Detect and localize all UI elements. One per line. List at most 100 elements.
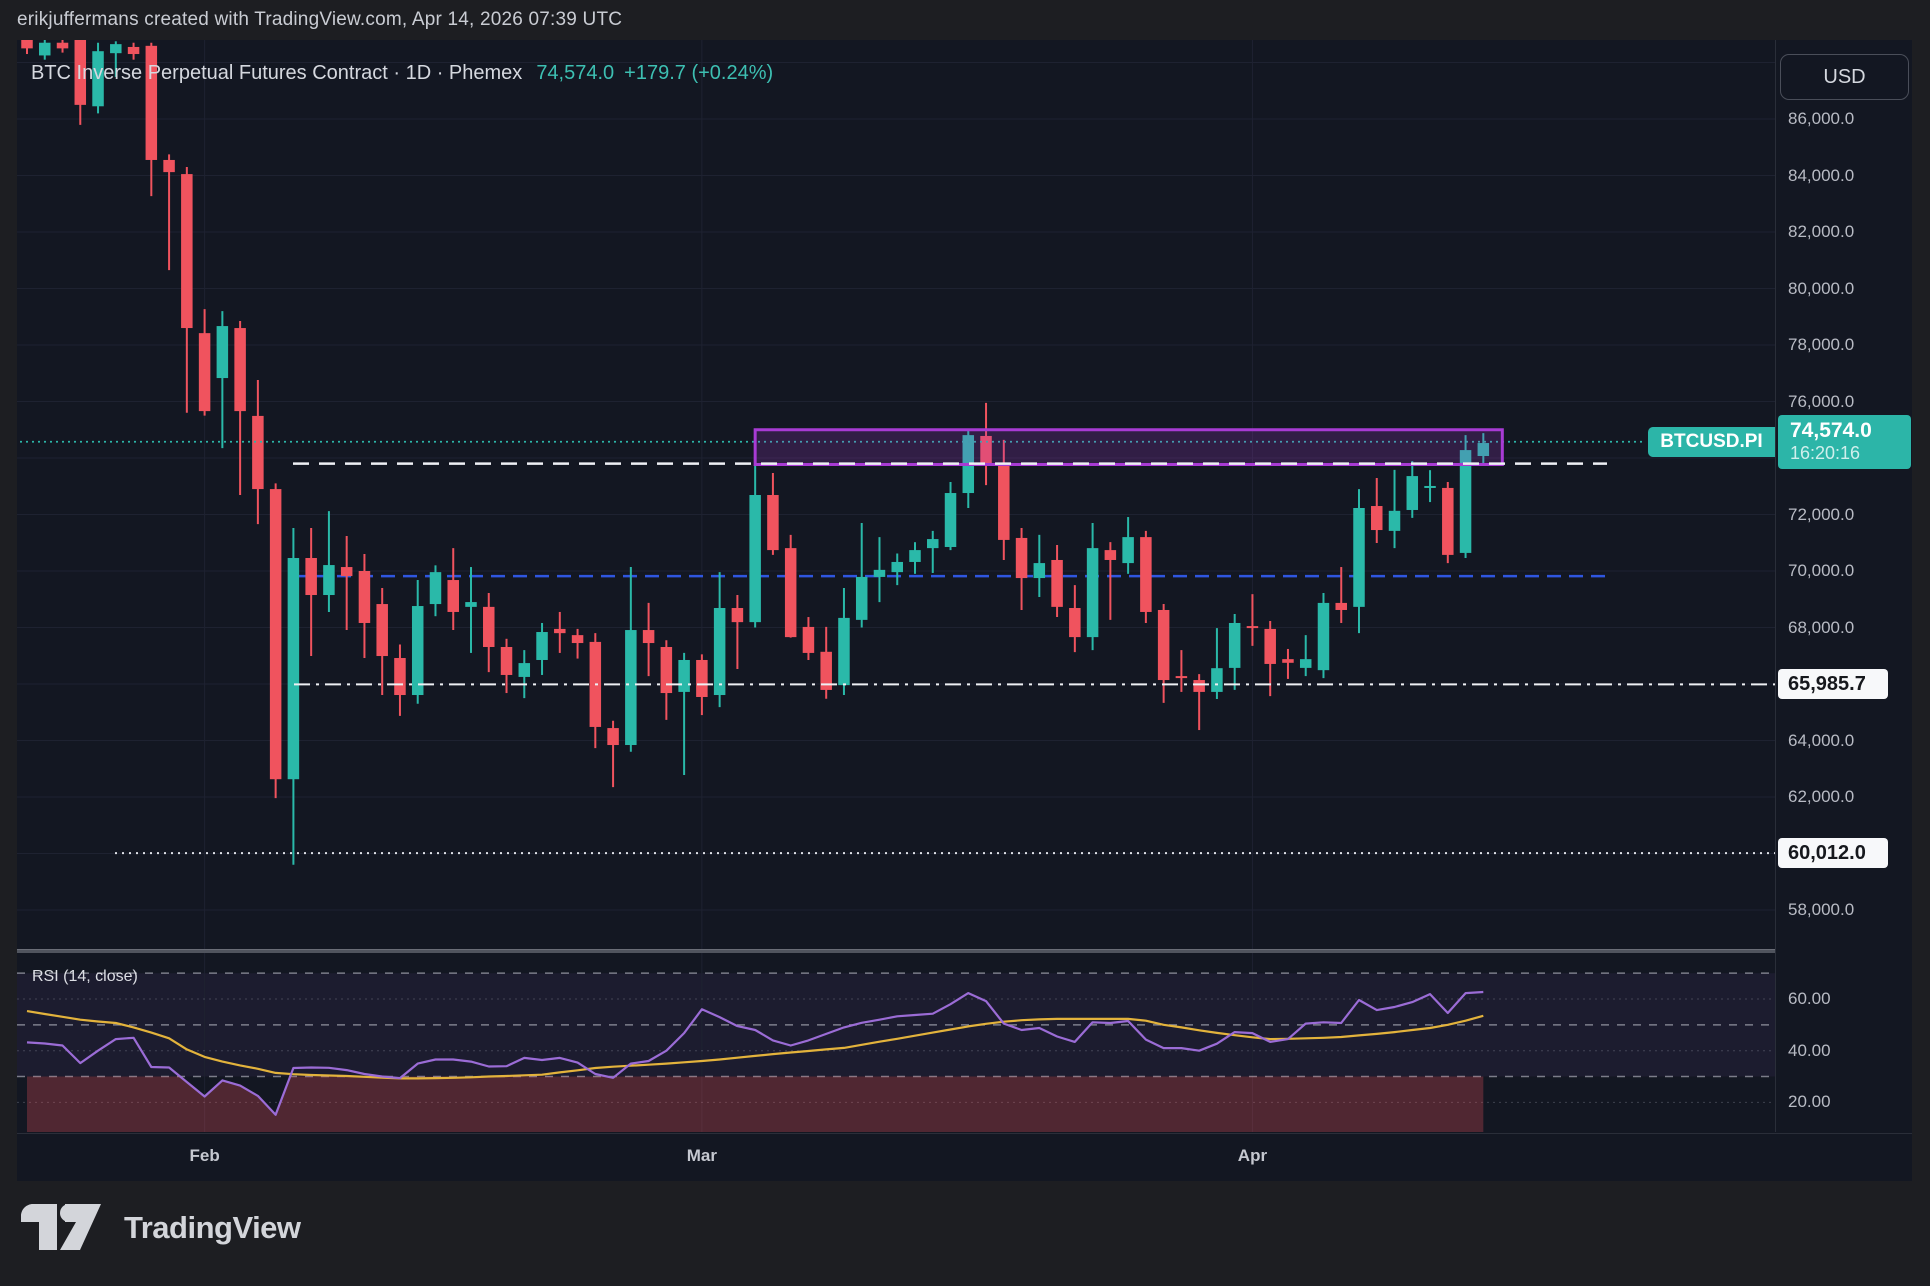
candle-body[interactable] xyxy=(519,663,531,677)
legend-last-price: 74,574.0 xyxy=(536,62,614,84)
tradingview-logo-icon[interactable] xyxy=(20,1204,102,1252)
candle-body[interactable] xyxy=(1034,563,1046,578)
candle-body[interactable] xyxy=(536,632,548,660)
price-tick-label: 86,000.0 xyxy=(1788,109,1854,129)
last-price-axis-label: 74,574.0 16:20:16 xyxy=(1778,415,1911,469)
rsi-tick-label: 60.00 xyxy=(1788,989,1831,1009)
resistance-zone-box[interactable] xyxy=(755,430,1502,465)
candle-body[interactable] xyxy=(1353,508,1365,607)
candle-body[interactable] xyxy=(1442,488,1454,555)
candle-body[interactable] xyxy=(661,647,673,693)
candle-body[interactable] xyxy=(607,728,619,745)
candle-body[interactable] xyxy=(39,43,51,56)
candle-body[interactable] xyxy=(1105,550,1117,560)
candle-body[interactable] xyxy=(1424,486,1436,488)
candle-body[interactable] xyxy=(1407,476,1419,510)
candle-body[interactable] xyxy=(1264,629,1276,664)
candle-body[interactable] xyxy=(838,618,850,685)
candle-body[interactable] xyxy=(394,658,406,695)
candle-body[interactable] xyxy=(447,580,459,612)
candle-body[interactable] xyxy=(1016,538,1028,578)
candle-body[interactable] xyxy=(181,174,193,328)
candle-body[interactable] xyxy=(341,567,353,576)
candle-body[interactable] xyxy=(1318,603,1330,670)
candle-body[interactable] xyxy=(501,647,513,675)
tradingview-screenshot: erikjuffermans created with TradingView.… xyxy=(0,0,1930,1286)
legend-change: +179.7 (+0.24%) xyxy=(624,62,773,84)
candle-body[interactable] xyxy=(465,602,477,607)
candle-body[interactable] xyxy=(856,577,868,620)
candle-body[interactable] xyxy=(359,571,371,623)
candle-body[interactable] xyxy=(288,558,300,779)
candle-body[interactable] xyxy=(305,558,317,595)
candle-body[interactable] xyxy=(874,570,886,577)
price-axis-scale[interactable]: USD 74,574.0 16:20:16 65,985.7 60,012.0 … xyxy=(1775,40,1912,1132)
candle-body[interactable] xyxy=(1389,511,1401,531)
rsi-tick-label: 40.00 xyxy=(1788,1041,1831,1061)
currency-toggle-button[interactable]: USD xyxy=(1780,54,1909,100)
candle-body[interactable] xyxy=(483,607,495,647)
candle-body[interactable] xyxy=(891,562,903,572)
candle-body[interactable] xyxy=(767,495,779,550)
candle-body[interactable] xyxy=(1158,610,1170,680)
candle-body[interactable] xyxy=(749,495,761,622)
candle-body[interactable] xyxy=(110,44,122,53)
candle-body[interactable] xyxy=(1193,680,1205,692)
candle-body[interactable] xyxy=(217,326,229,378)
candle-body[interactable] xyxy=(643,630,655,643)
candle-body[interactable] xyxy=(945,493,957,547)
candle-body[interactable] xyxy=(572,635,584,643)
bar-countdown-timer: 16:20:16 xyxy=(1790,443,1911,464)
candle-body[interactable] xyxy=(270,489,282,779)
candle-body[interactable] xyxy=(21,40,33,48)
candle-body[interactable] xyxy=(1069,608,1081,637)
candle-body[interactable] xyxy=(714,608,726,695)
candle-body[interactable] xyxy=(1229,623,1241,668)
price-chart-canvas[interactable] xyxy=(17,40,1775,949)
candle-body[interactable] xyxy=(1300,659,1312,668)
candle-body[interactable] xyxy=(1140,537,1152,612)
candle-body[interactable] xyxy=(412,606,424,695)
candle-body[interactable] xyxy=(1335,603,1347,610)
candle-body[interactable] xyxy=(252,416,264,489)
last-price-value: 74,574.0 xyxy=(1790,419,1911,443)
candle-body[interactable] xyxy=(927,539,939,548)
candle-body[interactable] xyxy=(430,572,442,604)
candle-body[interactable] xyxy=(732,608,744,622)
rsi-indicator-label[interactable]: RSI (14, close) xyxy=(32,968,138,986)
candle-body[interactable] xyxy=(909,550,921,562)
time-axis-scale[interactable]: FebMarApr xyxy=(17,1133,1912,1181)
candle-body[interactable] xyxy=(1247,626,1259,628)
candle-body[interactable] xyxy=(625,630,637,745)
candle-body[interactable] xyxy=(1371,506,1383,530)
symbol-price-flag[interactable]: BTCUSD.PI xyxy=(1648,427,1775,457)
rsi-chart-canvas[interactable] xyxy=(17,953,1775,1132)
candle-body[interactable] xyxy=(1087,548,1099,637)
footer: TradingView xyxy=(20,1198,440,1258)
candle-body[interactable] xyxy=(678,660,690,692)
candle-body[interactable] xyxy=(696,660,708,697)
candle-body[interactable] xyxy=(199,333,211,411)
candle-body[interactable] xyxy=(1176,676,1188,678)
candle-body[interactable] xyxy=(57,43,69,49)
candle-body[interactable] xyxy=(1122,537,1134,563)
tradingview-logo-text[interactable]: TradingView xyxy=(124,1210,301,1246)
time-axis-month-label: Feb xyxy=(189,1146,219,1166)
candle-body[interactable] xyxy=(1051,560,1063,607)
candle-body[interactable] xyxy=(998,463,1010,540)
candle-body[interactable] xyxy=(376,604,388,656)
candle-body[interactable] xyxy=(1211,668,1223,692)
candle-body[interactable] xyxy=(234,328,246,411)
price-tick-label: 72,000.0 xyxy=(1788,505,1854,525)
candle-body[interactable] xyxy=(785,548,797,637)
price-tick-label: 58,000.0 xyxy=(1788,900,1854,920)
price-level-label-low: 60,012.0 xyxy=(1778,838,1888,868)
candle-body[interactable] xyxy=(323,565,335,595)
candle-body[interactable] xyxy=(1282,659,1294,663)
candle-body[interactable] xyxy=(128,47,140,54)
candle-body[interactable] xyxy=(803,627,815,653)
candle-body[interactable] xyxy=(163,160,175,172)
candle-body[interactable] xyxy=(554,629,566,633)
chart-widget[interactable]: BTC Inverse Perpetual Futures Contract ·… xyxy=(17,40,1912,1181)
chart-legend[interactable]: BTC Inverse Perpetual Futures Contract ·… xyxy=(31,62,773,85)
